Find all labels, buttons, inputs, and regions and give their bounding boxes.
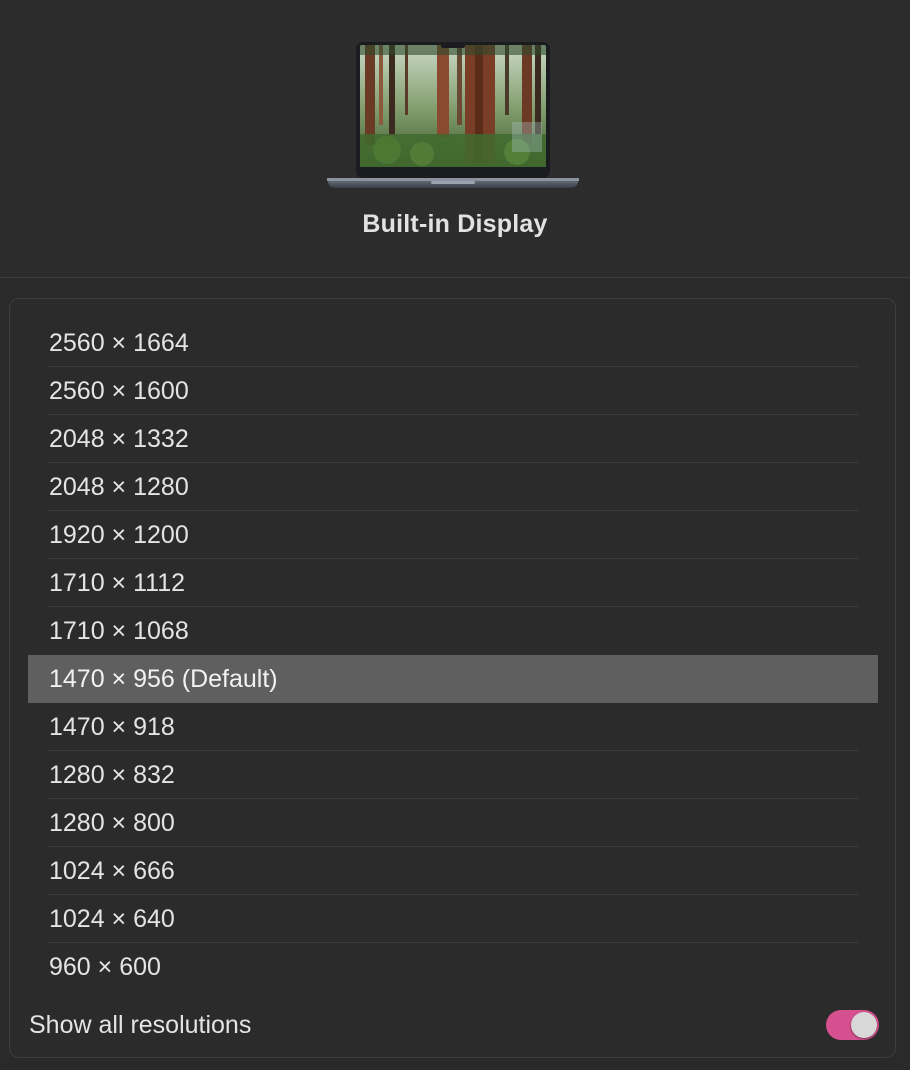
resolution-option[interactable]: 1710 × 1068 <box>28 607 878 655</box>
resolution-option[interactable]: 1280 × 800 <box>28 799 878 847</box>
resolution-option[interactable]: 960 × 600 <box>28 943 878 991</box>
resolution-option[interactable]: 2048 × 1332 <box>28 415 878 463</box>
toggle-knob[interactable] <box>851 1012 877 1038</box>
resolution-option[interactable]: 1280 × 832 <box>28 751 878 799</box>
resolution-option[interactable]: 1024 × 640 <box>28 895 878 943</box>
macbook-laptop-icon <box>327 42 579 188</box>
resolution-option-selected[interactable]: 1470 × 956 (Default) <box>28 655 878 703</box>
resolution-list: 2560 × 1664 2560 × 1600 2048 × 1332 2048 × … <box>28 319 878 991</box>
resolution-option[interactable]: 2560 × 1600 <box>28 367 878 415</box>
resolution-option[interactable]: 1024 × 666 <box>28 847 878 895</box>
resolution-option[interactable]: 2560 × 1664 <box>28 319 878 367</box>
resolution-option[interactable]: 2048 × 1280 <box>28 463 878 511</box>
show-all-resolutions-toggle[interactable] <box>826 1010 879 1040</box>
resolution-option[interactable]: 1710 × 1112 <box>28 559 878 607</box>
resolution-option[interactable]: 1470 × 918 <box>28 703 878 751</box>
display-title: Built-in Display <box>362 210 548 238</box>
resolution-option[interactable]: 1920 × 1200 <box>28 511 878 559</box>
show-all-resolutions-label: Show all resolutions <box>29 1011 252 1039</box>
display-header: Built-in Display <box>0 0 910 278</box>
resolution-panel: 2560 × 1664 2560 × 1600 2048 × 1332 2048 × … <box>9 298 896 1058</box>
